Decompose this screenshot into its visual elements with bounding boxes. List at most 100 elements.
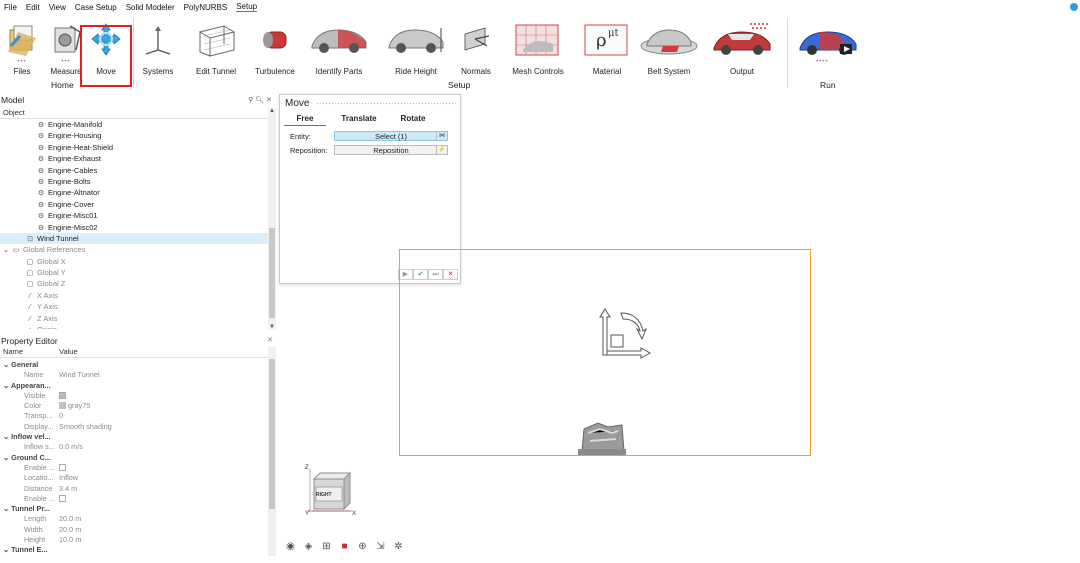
property-row[interactable]: Name Wind Tunnel: [0, 370, 268, 380]
reposition-button[interactable]: Reposition ⚡: [334, 145, 448, 155]
tree-item[interactable]: ⚙ Engine-Misc02: [0, 222, 268, 233]
property-value[interactable]: 20.0 m: [59, 514, 81, 524]
property-value[interactable]: Wind Tunnel: [59, 370, 100, 380]
collapse-icon[interactable]: ⌄: [3, 545, 11, 554]
select-mode-icon[interactable]: ⋈: [436, 132, 447, 140]
menu-edit[interactable]: Edit: [26, 3, 40, 12]
tree-item[interactable]: ⚙ Engine-Altnator: [0, 187, 268, 198]
tree-item[interactable]: ⁄ Z Axis: [0, 313, 268, 324]
enable-checkbox[interactable]: [59, 463, 66, 471]
tree-item[interactable]: ⚙ Engine-Manifold: [0, 119, 268, 130]
output-tool[interactable]: Output: [713, 20, 771, 80]
tree-item[interactable]: ⚙ Engine-Housing: [0, 130, 268, 141]
engine-model[interactable]: [578, 421, 628, 456]
run-tool[interactable]: ••••: [799, 20, 857, 80]
identify-parts-tool[interactable]: Identify Parts: [311, 20, 367, 80]
menu-setup[interactable]: Setup: [236, 2, 258, 12]
property-row[interactable]: Width 20.0 m: [0, 525, 268, 535]
property-row[interactable]: Display... Smooth shading: [0, 422, 268, 432]
tree-item[interactable]: ▢ Global Y: [0, 267, 268, 278]
property-row[interactable]: Enable ...: [0, 494, 268, 504]
tree-item[interactable]: ⚙ Engine-Bolts: [0, 176, 268, 187]
collapse-icon[interactable]: ⌄: [3, 453, 11, 462]
collapse-icon[interactable]: ⌄: [3, 381, 11, 390]
search-icon[interactable]: 🔍︎: [255, 97, 266, 104]
tree-item[interactable]: ⌄ ▭ Global References: [0, 244, 268, 255]
property-group[interactable]: ⌄ General: [0, 360, 268, 370]
tree-item[interactable]: ▢ Global X: [0, 256, 268, 267]
turbulence-tool[interactable]: Turbulence: [247, 20, 303, 80]
material-tool[interactable]: ρ μt Material: [579, 20, 635, 80]
tree-item[interactable]: ⁄ Y Axis: [0, 301, 268, 312]
property-row[interactable]: Color gray75: [0, 401, 268, 411]
property-value[interactable]: Smooth shading: [59, 422, 112, 432]
collapse-icon[interactable]: ⌄: [3, 432, 11, 441]
tree-item[interactable]: ▢ Global Z: [0, 278, 268, 289]
tree-item[interactable]: ⚙ Engine-Misc01: [0, 210, 268, 221]
property-value[interactable]: Inflow: [59, 473, 78, 483]
property-row[interactable]: Enable ...: [0, 463, 268, 473]
normals-tool[interactable]: Normals: [448, 20, 504, 80]
menu-file[interactable]: File: [4, 3, 17, 12]
property-row[interactable]: Length 20.0 m: [0, 514, 268, 524]
value-column-header[interactable]: Value: [59, 347, 78, 356]
tree-item[interactable]: ⚙ Engine-Cables: [0, 165, 268, 176]
entity-select-button[interactable]: Select (1) ⋈: [334, 131, 448, 141]
menu-solid-modeler[interactable]: Solid Modeler: [126, 3, 175, 12]
property-group[interactable]: ⌄ Tunnel E...: [0, 545, 268, 555]
model-panel-icons[interactable]: ⚲🔍︎✕: [248, 96, 274, 104]
property-value[interactable]: 0.0 m/s: [59, 442, 83, 452]
object-column-header[interactable]: Object: [0, 108, 268, 119]
property-scrollbar[interactable]: [268, 347, 276, 556]
property-row[interactable]: Distance 3.4 m: [0, 484, 268, 494]
dialog-drag-handle[interactable]: [316, 102, 456, 106]
tree-item[interactable]: ⊡ Wind Tunnel: [0, 232, 268, 245]
mesh-controls-tool[interactable]: Mesh Controls: [510, 20, 566, 80]
property-row[interactable]: Inflow s... 0.0 m/s: [0, 442, 268, 452]
tab-translate[interactable]: Translate: [334, 114, 384, 126]
visible-checkbox[interactable]: [59, 391, 66, 399]
tab-rotate[interactable]: Rotate: [392, 114, 434, 126]
property-row[interactable]: Locatio... Inflow: [0, 473, 268, 483]
tree-item[interactable]: ⚙ Engine-Heat-Shield: [0, 142, 268, 153]
view-section-icon[interactable]: ⊞: [319, 540, 334, 554]
property-value[interactable]: 3.4 m: [59, 484, 77, 494]
menu-polynurbs[interactable]: PolyNURBS: [184, 3, 228, 12]
view-settings-icon[interactable]: ✲: [391, 540, 406, 554]
property-row[interactable]: Height 10.0 m: [0, 535, 268, 545]
view-eye-icon[interactable]: ◉: [283, 540, 298, 554]
help-icon[interactable]: [1070, 3, 1078, 11]
tab-free[interactable]: Free: [284, 114, 326, 126]
tree-item[interactable]: •Origin: [0, 324, 268, 329]
view-camera-icon[interactable]: ◈: [301, 540, 316, 554]
property-row[interactable]: Visible: [0, 391, 268, 401]
view-zoom-icon[interactable]: ⊕: [355, 540, 370, 554]
property-group[interactable]: ⌄ Ground C...: [0, 453, 268, 463]
name-column-header[interactable]: Name: [3, 347, 23, 356]
tree-item[interactable]: ⚙ Engine-Exhaust: [0, 153, 268, 164]
model-scrollbar[interactable]: ▲ ▼: [268, 108, 276, 330]
collapse-icon[interactable]: ⌄: [3, 504, 11, 513]
property-value[interactable]: 20.0 m: [59, 525, 81, 535]
menu-case-setup[interactable]: Case Setup: [75, 3, 117, 12]
property-value[interactable]: gray75: [59, 401, 90, 411]
close-icon[interactable]: ✕: [266, 97, 274, 104]
edit-tunnel-tool[interactable]: Edit Tunnel: [188, 20, 244, 80]
close-icon[interactable]: ✕: [267, 336, 273, 344]
property-group[interactable]: ⌄ Tunnel Pr...: [0, 504, 268, 514]
property-value[interactable]: 0: [59, 411, 63, 421]
color-swatch[interactable]: [59, 402, 66, 410]
collapse-icon[interactable]: ⌄: [3, 360, 11, 369]
view-measure-icon[interactable]: ⇲: [373, 540, 388, 554]
tree-item[interactable]: ⁄ X Axis: [0, 290, 268, 301]
property-group[interactable]: ⌄ Appearan...: [0, 381, 268, 391]
property-value[interactable]: 10.0 m: [59, 535, 81, 545]
property-row[interactable]: Transp... 0: [0, 411, 268, 421]
enable-checkbox[interactable]: [59, 494, 66, 502]
property-value[interactable]: [59, 463, 66, 473]
belt-system-tool[interactable]: Belt System: [640, 20, 698, 80]
ride-height-tool[interactable]: Ride Height: [388, 20, 444, 80]
move-tool-gizmo-icon[interactable]: [595, 305, 655, 361]
property-value[interactable]: [59, 391, 66, 401]
property-value[interactable]: [59, 494, 66, 504]
